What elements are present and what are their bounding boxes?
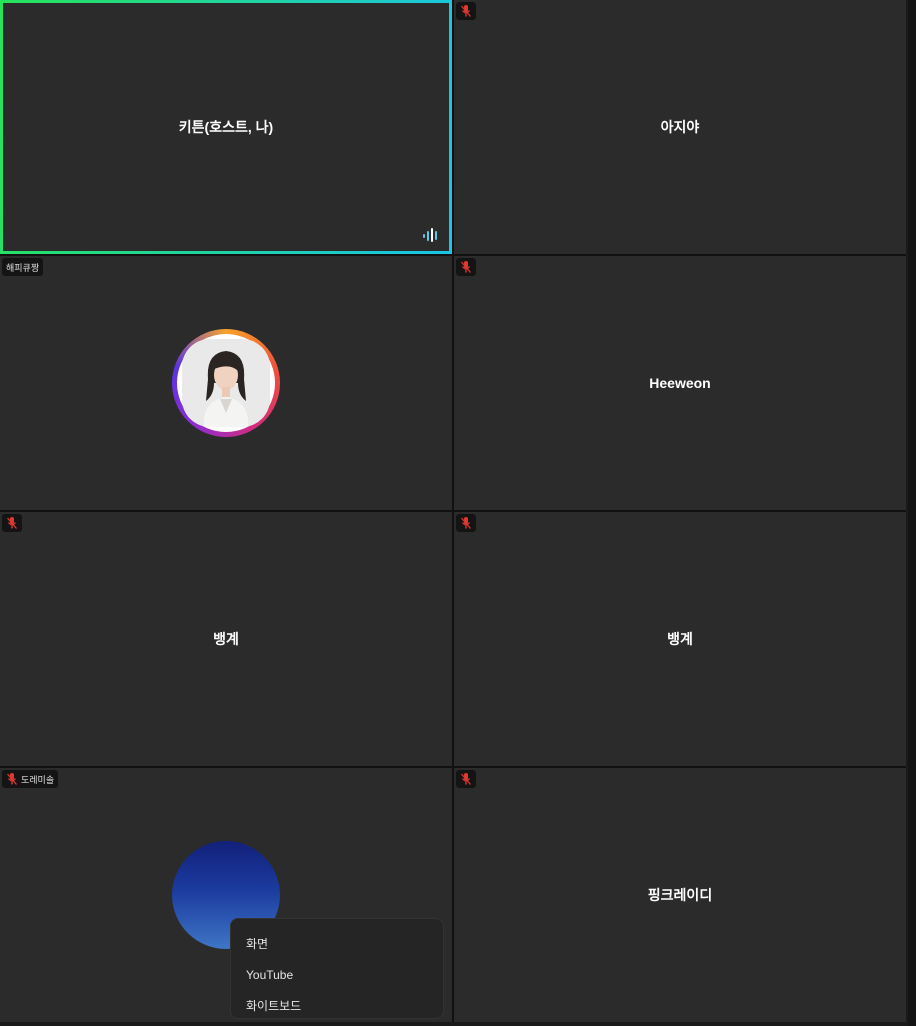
participant-name: 아지야 <box>660 119 700 135</box>
mic-off-icon <box>461 5 471 17</box>
menu-item-screen[interactable]: 화면 <box>231 928 443 959</box>
mute-badge <box>456 770 476 788</box>
participant-tile-kitten[interactable]: 키튼(호스트, 나) <box>0 0 452 254</box>
video-grid: 키튼(호스트, 나) 아지야 해피큐짱 Heeweon 뱅계 뱅계 도레미솔 핑… <box>0 0 906 1022</box>
mic-off-icon <box>7 517 17 529</box>
mic-off-icon <box>461 261 471 273</box>
mic-off-icon <box>7 773 17 785</box>
participant-name: 핑크레이디 <box>647 887 713 903</box>
participant-tile-happyqjjang[interactable]: 해피큐짱 <box>0 256 452 510</box>
participant-name: Heeweon <box>649 375 711 391</box>
menu-item-youtube[interactable]: YouTube <box>231 959 443 990</box>
participant-name: 뱅계 <box>667 631 693 647</box>
participant-name: 뱅계 <box>213 631 239 647</box>
person-photo-icon <box>182 339 270 427</box>
audio-level-icon <box>423 228 437 242</box>
participant-tile-heeweon[interactable]: Heeweon <box>454 256 906 510</box>
scrollbar[interactable] <box>908 0 916 1026</box>
participant-tile-baenggye-1[interactable]: 뱅계 <box>0 512 452 766</box>
participant-name: 키튼(호스트, 나) <box>178 119 274 135</box>
mic-off-icon <box>461 517 471 529</box>
participant-tile-pinklady[interactable]: 핑크레이디 <box>454 768 906 1022</box>
avatar <box>172 329 280 437</box>
participant-tag-label: 도레미솔 <box>21 774 55 785</box>
menu-item-whiteboard[interactable]: 화이트보드 <box>231 990 443 1021</box>
participant-tile-baenggye-2[interactable]: 뱅계 <box>454 512 906 766</box>
participant-tile-ajiya[interactable]: 아지야 <box>454 0 906 254</box>
avatar-photo <box>182 339 270 427</box>
mute-badge <box>456 514 476 532</box>
mute-badge <box>2 514 22 532</box>
participant-tag-label: 해피큐짱 <box>6 262 40 273</box>
mute-badge <box>456 258 476 276</box>
share-menu: 화면 YouTube 화이트보드 <box>230 918 444 1019</box>
name-tag: 해피큐짱 <box>2 258 44 276</box>
avatar-frame <box>177 334 275 432</box>
mute-badge <box>456 2 476 20</box>
name-tag: 도레미솔 <box>2 770 59 788</box>
mic-off-icon <box>461 773 471 785</box>
